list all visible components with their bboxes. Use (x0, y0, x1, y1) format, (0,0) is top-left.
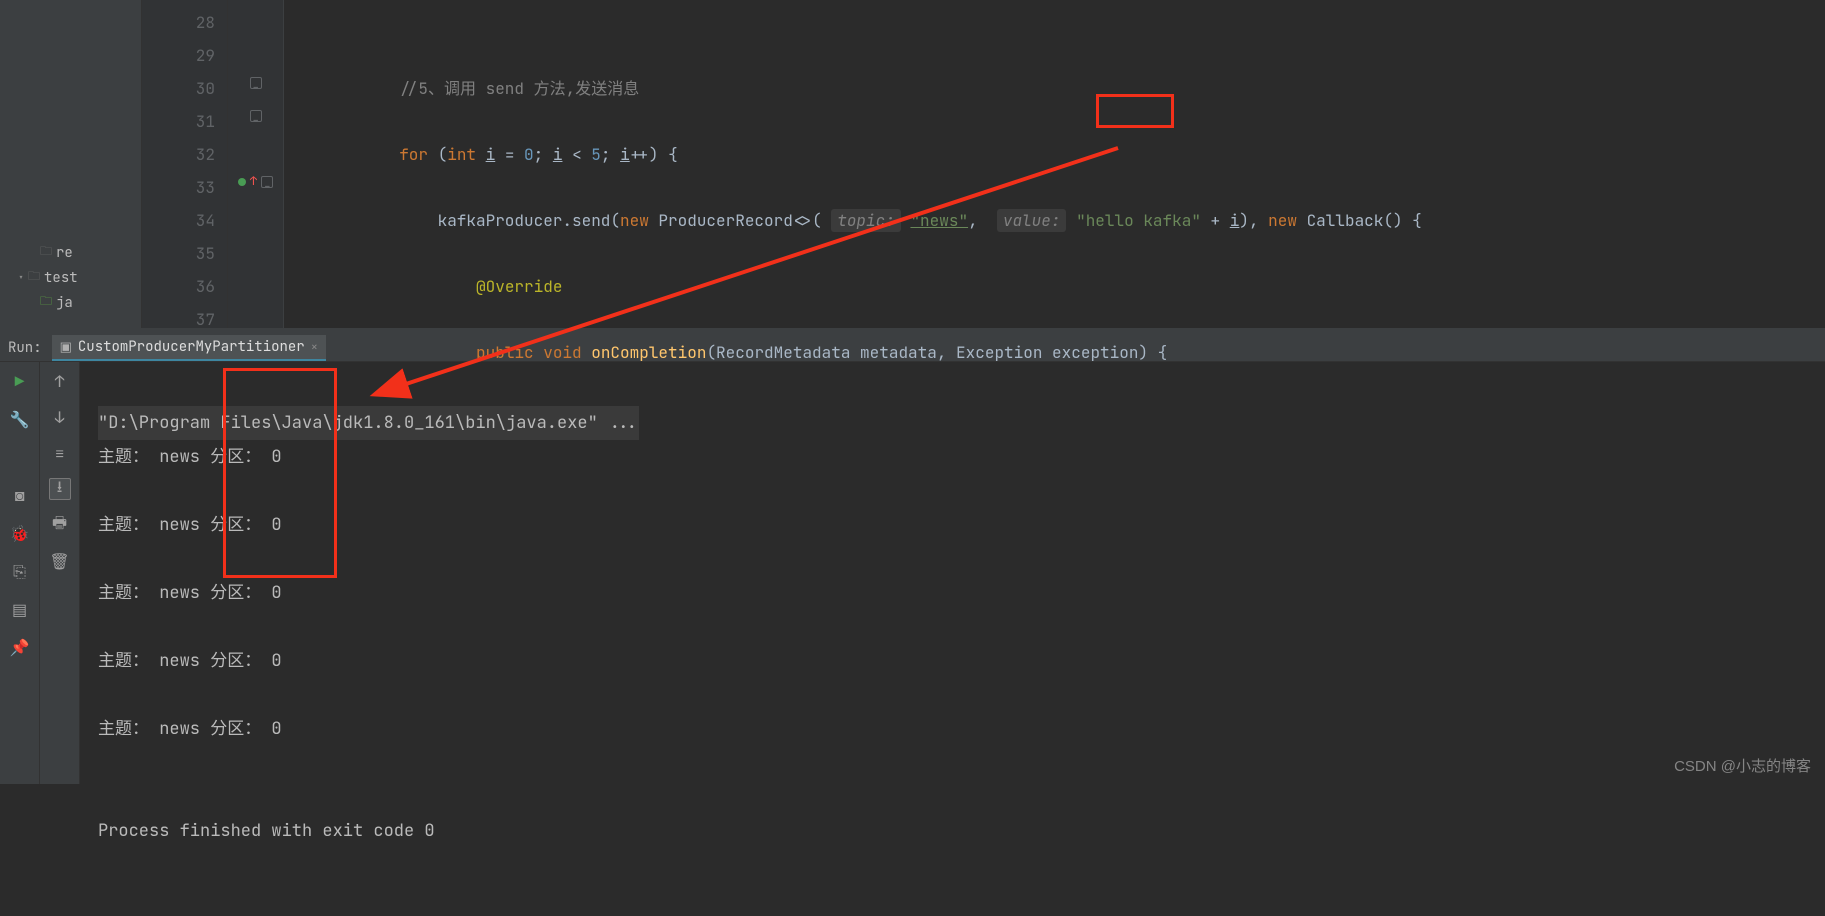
run-label: Run: (8, 339, 42, 357)
code-editor[interactable]: 28 29 30 31 32 33 34 35 36 37 ↑ //5、调用 s… (142, 0, 1825, 328)
folder-icon: 🗀 (40, 242, 52, 263)
console-line: 主题： news 分区： 0 (98, 508, 1807, 542)
project-item-ja[interactable]: 🗀 ja (0, 290, 141, 315)
folder-icon: 🗀 (40, 292, 52, 313)
fold-icon[interactable] (250, 77, 262, 89)
code-line-30: for (int i = 0; i < 5; i++) { (284, 138, 1825, 171)
print-icon[interactable]: 🖶 (49, 514, 71, 536)
watermark: CSDN @小志的博客 (1674, 755, 1811, 776)
soft-wrap-icon[interactable]: ≡ (49, 442, 71, 464)
console-line: 主题： news 分区： 0 (98, 576, 1807, 610)
project-item-label: ja (56, 294, 73, 312)
fold-icon[interactable] (250, 110, 262, 122)
project-item-re[interactable]: 🗀 re (0, 240, 141, 265)
settings-icon[interactable]: 🔧 (9, 408, 31, 430)
down-icon[interactable]: ↓ (49, 406, 71, 428)
console-line: "D:\Program Files\Java\jdk1.8.0_161\bin\… (98, 406, 639, 440)
chevron-down-icon: ▾ (18, 271, 24, 284)
run-tab-label: CustomProducerMyPartitioner (78, 338, 305, 356)
line-number-gutter: 28 29 30 31 32 33 34 35 36 37 (142, 0, 228, 328)
debug-icon[interactable]: 🐞 (9, 522, 31, 544)
scroll-to-end-icon[interactable]: ⭳ (49, 478, 71, 500)
run-primary-toolbar: ▶ 🔧 . ◙ 🐞 ⎘ ▤ 📌 (0, 362, 40, 784)
console-line: 主题： news 分区： 0 (98, 644, 1807, 678)
console-line: 主题： news 分区： 0 (98, 440, 1807, 474)
up-icon[interactable]: ↑ (49, 370, 71, 392)
fold-gutter: ↑ (228, 0, 284, 328)
pin-icon[interactable]: 📌 (9, 636, 31, 658)
run-secondary-toolbar: ↑ ↓ ≡ ⭳ 🖶 🗑 (40, 362, 80, 784)
project-item-label: re (56, 244, 73, 262)
project-tree[interactable]: 🗀 re ▾ 🗀 test 🗀 ja (0, 0, 142, 328)
run-icon[interactable]: ▶ (9, 370, 31, 392)
run-config-icon: ▣ (60, 338, 72, 355)
fold-icon[interactable] (261, 176, 273, 188)
code-line-29: //5、调用 send 方法,发送消息 (284, 72, 1825, 105)
gutter-marker-icon (238, 178, 246, 186)
folder-icon: 🗀 (28, 267, 40, 288)
console-line: 主题： news 分区： 0 (98, 712, 1807, 746)
exit-icon[interactable]: ⎘ (9, 560, 31, 582)
code-line-32: @Override (284, 270, 1825, 303)
camera-icon[interactable]: ◙ (9, 484, 31, 506)
console-output[interactable]: "D:\Program Files\Java\jdk1.8.0_161\bin\… (80, 362, 1825, 784)
code-line-31: kafkaProducer.send(new ProducerRecord<>(… (284, 204, 1825, 237)
project-item-label: test (44, 269, 78, 287)
override-up-icon: ↑ (250, 165, 257, 198)
trash-icon[interactable]: 🗑 (49, 550, 71, 572)
layout-icon[interactable]: ▤ (9, 598, 31, 620)
console-line: Process finished with exit code 0 (98, 814, 1807, 848)
project-item-test[interactable]: ▾ 🗀 test (0, 265, 141, 290)
